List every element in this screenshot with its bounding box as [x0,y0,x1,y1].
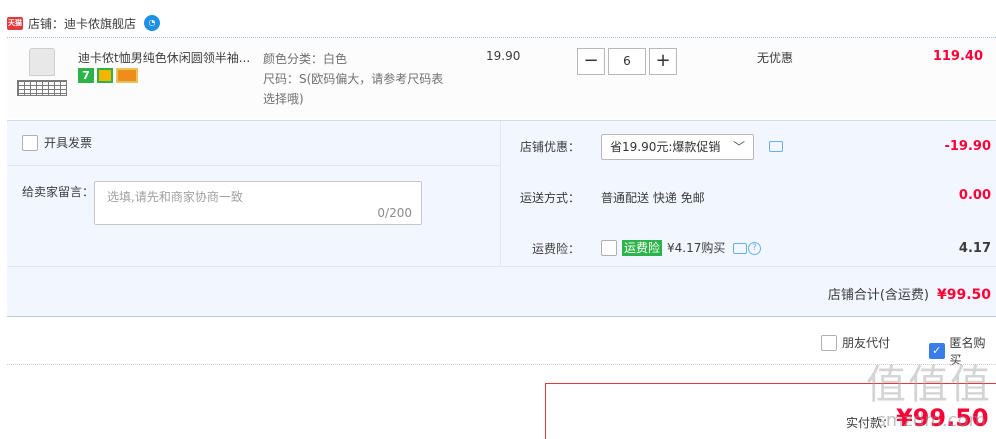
discount-label: 店铺优惠： [519,140,580,154]
qty-plus-button[interactable]: + [649,48,677,75]
insurance-checkbox[interactable] [601,239,617,256]
insurance-price: ¥4.17购买 [667,241,726,255]
payment-summary-box: 实付款： ¥99.50 [545,383,996,439]
size-chart-image [17,80,67,96]
friend-pay-option[interactable]: 朋友代付 [821,334,890,351]
anonymous-label: 匿名购买 [949,336,986,367]
friend-pay-checkbox[interactable] [821,334,837,351]
tmall-logo-icon: 天猫 [7,16,23,30]
cart-item-row: 迪卡侬t恤男纯色休闲圆领半袖... 7 颜色分类：白色 尺码：S(欧码偏大，请参… [7,38,996,118]
shop-total: 店铺合计(含运费) ¥99.50 [828,284,991,303]
help-icon[interactable]: ? [748,242,761,255]
insurance-amount: 4.17 [958,241,991,256]
shipping-label: 运送方式： [519,191,580,205]
pay-label: 实付款： [846,416,895,430]
seven-day-return-icon[interactable]: 7 [78,68,94,83]
message-textarea[interactable]: 选填,请先和商家协商一致 0/200 [94,181,422,225]
product-sku: 颜色分类：白色 尺码：S(欧码偏大，请参考尺码表选择哦) [263,49,453,109]
discount-select[interactable]: 省19.90元:爆款促销 ﹀ [601,134,754,160]
message-placeholder: 选填,请先和商家协商一致 [107,190,243,204]
friend-pay-label: 朋友代付 [842,336,891,350]
divider [7,364,996,365]
quantity-stepper: − 6 + [577,48,677,75]
qty-input[interactable]: 6 [608,48,646,75]
comment-icon[interactable] [733,243,747,254]
order-options-panel: 开具发票 给卖家留言： 选填,请先和商家协商一致 0/200 店铺优惠： 省19… [7,120,996,317]
tshirt-image [29,48,55,76]
gift-service-icon[interactable] [97,68,113,83]
invoice-label: 开具发票 [44,136,93,150]
divider [7,266,996,267]
sku-size: 尺码：S(欧码偏大，请参考尺码表选择哦) [263,72,444,106]
discount-amount: -19.90 [944,139,991,154]
chevron-down-icon: ﹀ [732,140,745,154]
shop-total-amount: ¥99.50 [936,287,991,303]
insurance-option: 运费险 ¥4.17购买 [601,239,725,256]
shipping-method: 普通配送 快递 免邮 [601,191,705,205]
invoice-option[interactable]: 开具发票 [22,134,92,151]
message-label: 给卖家留言： [22,185,95,199]
qty-minus-button[interactable]: − [577,48,605,75]
unit-price: 19.90 [486,49,521,63]
item-promo: 无优惠 [757,51,794,65]
service-icons: 7 [78,68,138,83]
insurance-label: 运费险： [531,242,580,256]
shipping-amount: 0.00 [958,188,991,203]
wangwang-chat-icon[interactable]: ◔ [144,15,161,31]
item-subtotal: 119.40 [932,49,983,64]
message-char-count: 0/200 [377,206,412,220]
discount-selected: 省19.90元:爆款促销 [610,140,721,154]
shop-name-link[interactable]: 店铺：迪卡侬旗舰店 [28,15,136,32]
product-thumbnail[interactable] [17,46,67,96]
divider [7,165,501,166]
product-title-link[interactable]: 迪卡侬t恤男纯色休闲圆领半袖... [78,49,256,66]
invoice-checkbox[interactable] [22,134,38,151]
credit-card-icon[interactable] [116,68,138,83]
anonymous-checkbox[interactable]: ✓ [929,343,945,359]
comment-icon[interactable] [769,141,783,152]
anonymous-option[interactable]: ✓ 匿名购买 [929,334,996,368]
shop-total-label: 店铺合计(含运费) [827,288,929,303]
shop-header: 天猫 店铺：迪卡侬旗舰店 ◔ [7,14,161,32]
sku-color: 颜色分类：白色 [263,52,348,66]
pay-amount: ¥99.50 [896,404,989,432]
panel-left: 开具发票 给卖家留言： 选填,请先和商家协商一致 0/200 [7,121,501,266]
insurance-badge: 运费险 [622,239,663,256]
